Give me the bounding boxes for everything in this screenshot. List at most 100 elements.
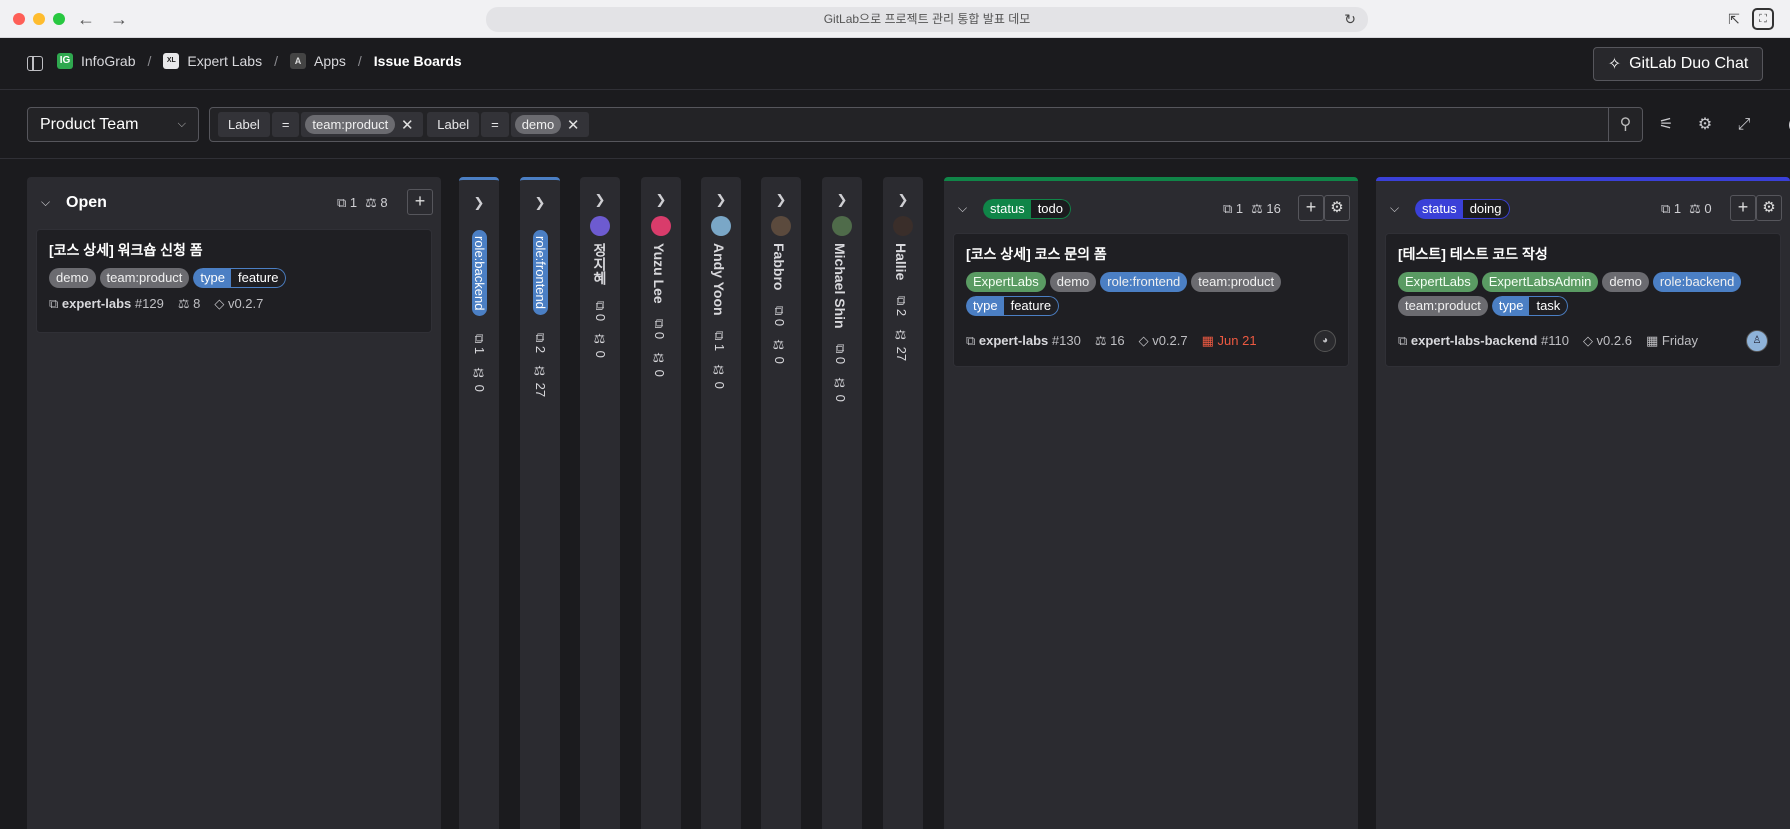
search-icon[interactable]: ⚲ bbox=[1608, 108, 1642, 141]
collapsed-list-role-backend[interactable]: ❯ role:backend ⧉ 1 ⚖ 0 bbox=[459, 177, 499, 829]
issue-count: ⧉ 1 bbox=[1661, 201, 1682, 216]
issue-reference: ⧉ expert-labs-backend #110 bbox=[1398, 333, 1569, 348]
gear-icon[interactable]: ⚙ bbox=[1324, 195, 1350, 221]
close-icon[interactable]: ✕ bbox=[395, 116, 419, 134]
label-expertlabs[interactable]: ExpertLabs bbox=[966, 272, 1046, 292]
label-expertlabs[interactable]: ExpertLabs bbox=[1398, 272, 1478, 292]
address-bar[interactable]: GitLab으로 프로젝트 관리 통합 발표 데모 ↻ bbox=[486, 7, 1368, 32]
issue-card[interactable]: [코스 상세] 워크숍 신청 폼 demo team:product type … bbox=[36, 229, 432, 333]
reload-icon[interactable]: ↻ bbox=[1344, 7, 1356, 32]
expert-labs-logo-icon: XL bbox=[163, 53, 180, 69]
label-type-feature[interactable]: type feature bbox=[966, 296, 1060, 316]
issue-title[interactable]: [테스트] 테스트 코드 작성 bbox=[1398, 244, 1768, 264]
breadcrumb-issue-boards[interactable]: Issue Boards bbox=[374, 53, 462, 69]
breadcrumb-apps[interactable]: Apps bbox=[314, 53, 346, 69]
forward-arrow-icon[interactable]: → bbox=[108, 8, 130, 30]
label-demo[interactable]: demo bbox=[1049, 272, 1097, 292]
filter-token[interactable]: Label = team:product ✕ bbox=[218, 112, 424, 137]
minimize-window-button[interactable] bbox=[33, 13, 45, 25]
add-issue-button[interactable]: + bbox=[1298, 195, 1324, 221]
assignee-name: Michael Shin bbox=[832, 243, 848, 329]
filter-token-operator: = bbox=[271, 112, 300, 137]
label-role-frontend: role:frontend bbox=[533, 230, 548, 315]
label-type-feature[interactable]: type feature bbox=[193, 268, 287, 288]
add-issue-button[interactable]: + bbox=[407, 189, 433, 215]
chevron-right-icon[interactable]: ❯ bbox=[641, 192, 681, 208]
list-scoped-label: status todo bbox=[983, 199, 1071, 219]
collapsed-list-info: Michael Shin ⧉ 0 ⚖ 0 bbox=[832, 243, 848, 402]
filter-token[interactable]: Label = demo ✕ bbox=[427, 112, 590, 137]
chevron-right-icon[interactable]: ❯ bbox=[822, 192, 862, 208]
board-switcher-dropdown[interactable]: Product Team ⌵ bbox=[27, 107, 199, 142]
close-window-button[interactable] bbox=[13, 13, 25, 25]
sidebar-toggle-icon[interactable] bbox=[27, 56, 43, 71]
close-icon[interactable]: ✕ bbox=[561, 116, 585, 134]
collapsed-list-info: role:backend ⧉ 1 ⚖ 0 bbox=[469, 230, 489, 392]
chevron-down-icon[interactable]: ⌵ bbox=[41, 195, 50, 210]
collapsed-list-assignee[interactable]: ❯ Yuzu Lee ⧉ 0 ⚖ 0 bbox=[641, 177, 681, 829]
issue-count: ⧉ 0 bbox=[652, 319, 667, 340]
issue-card[interactable]: [코스 상세] 코스 문의 폼 ExpertLabs demo role:fro… bbox=[953, 233, 1349, 367]
issue-weight: ⚖ 8 bbox=[177, 296, 201, 311]
label-role-backend[interactable]: role:backend bbox=[1652, 272, 1742, 292]
chevron-right-icon[interactable]: ❯ bbox=[459, 195, 499, 211]
top-bar: IG InfoGrab / XL Expert Labs / A Apps / … bbox=[0, 39, 1790, 89]
collapsed-list-role-frontend[interactable]: ❯ role:frontend ⧉ 2 ⚖ 27 bbox=[520, 177, 560, 829]
gear-icon[interactable]: ⚙ bbox=[1756, 195, 1782, 221]
back-arrow-icon[interactable]: ← bbox=[75, 8, 97, 30]
list-counts: ⧉ 1 ⚖ 0 bbox=[1661, 201, 1712, 217]
chevron-down-icon[interactable]: ⌵ bbox=[1390, 201, 1399, 216]
avatar[interactable]: ♙ bbox=[1746, 330, 1768, 352]
avatar[interactable]: ◕ bbox=[1314, 330, 1336, 352]
label-demo[interactable]: demo bbox=[49, 268, 96, 288]
issue-labels: ExpertLabs ExpertLabsAdmin demo role:bac… bbox=[1398, 272, 1768, 316]
label-team-product[interactable]: team:product bbox=[1191, 272, 1282, 292]
issue-title[interactable]: [코스 상세] 워크숍 신청 폼 bbox=[49, 240, 419, 260]
issue-milestone[interactable]: ◇ v0.2.7 bbox=[1139, 333, 1188, 349]
issue-milestone[interactable]: ◇ v0.2.7 bbox=[214, 296, 263, 312]
issue-count: ⧉ 0 bbox=[772, 306, 787, 327]
chevron-right-icon[interactable]: ❯ bbox=[701, 192, 741, 208]
label-role-frontend[interactable]: role:frontend bbox=[1100, 272, 1188, 292]
issue-milestone[interactable]: ◇ v0.2.6 bbox=[1583, 333, 1632, 349]
add-issue-button[interactable]: + bbox=[1730, 195, 1756, 221]
assignee-name: Yuzu Lee bbox=[651, 243, 667, 304]
issue-count: ⧉ 1 bbox=[472, 334, 487, 355]
view-options-icon[interactable]: ⚟ bbox=[1656, 115, 1676, 135]
filter-token-value: team:product ✕ bbox=[301, 112, 424, 137]
expand-icon[interactable]: ⛶ bbox=[1752, 8, 1774, 30]
avatar bbox=[711, 216, 731, 236]
zoom-window-button[interactable] bbox=[53, 13, 65, 25]
chevron-down-icon[interactable]: ⌵ bbox=[958, 201, 967, 216]
list-header: ⌵ Open ⧉ 1 ⚖ 8 + bbox=[27, 177, 441, 229]
board-list-status-todo: ⌵ status todo ⧉ 1 ⚖ 16 + ⚙ [코스 상세] 코스 문의… bbox=[944, 177, 1358, 829]
issue-card[interactable]: [테스트] 테스트 코드 작성 ExpertLabs ExpertLabsAdm… bbox=[1385, 233, 1781, 367]
collapsed-list-assignee[interactable]: ❯ 정지혜 ⧉ 0 ⚖ 0 bbox=[580, 177, 620, 829]
share-icon[interactable]: ⇱ bbox=[1723, 8, 1745, 30]
duo-chat-button[interactable]: ✧ GitLab Duo Chat bbox=[1593, 47, 1763, 81]
chevron-right-icon[interactable]: ❯ bbox=[883, 192, 923, 208]
gear-icon[interactable]: ⚙ bbox=[1695, 115, 1715, 135]
chevron-right-icon[interactable]: ❯ bbox=[580, 192, 620, 208]
chevron-right-icon[interactable]: ❯ bbox=[761, 192, 801, 208]
collapsed-list-assignee[interactable]: ❯ Michael Shin ⧉ 0 ⚖ 0 bbox=[822, 177, 862, 829]
collapsed-list-assignee[interactable]: ❯ Fabbro ⧉ 0 ⚖ 0 bbox=[761, 177, 801, 829]
label-team-product[interactable]: team:product bbox=[99, 268, 190, 288]
list-scoped-label: status doing bbox=[1415, 199, 1510, 219]
breadcrumb-separator: / bbox=[274, 53, 278, 69]
fullscreen-icon[interactable]: ⤢ bbox=[1734, 115, 1754, 135]
breadcrumb-infograb[interactable]: InfoGrab bbox=[81, 53, 135, 69]
breadcrumb-expert-labs[interactable]: Expert Labs bbox=[187, 53, 262, 69]
issue-title[interactable]: [코스 상세] 코스 문의 폼 bbox=[966, 244, 1336, 264]
infograb-logo-icon: IG bbox=[57, 53, 73, 69]
chevron-right-icon[interactable]: ❯ bbox=[520, 195, 560, 211]
label-team-product[interactable]: team:product bbox=[1398, 296, 1488, 316]
collapsed-list-assignee[interactable]: ❯ Hallie ⧉ 2 ⚖ 27 bbox=[883, 177, 923, 829]
apps-logo-icon: A bbox=[289, 53, 306, 69]
collapsed-list-info: Yuzu Lee ⧉ 0 ⚖ 0 bbox=[651, 243, 667, 377]
label-demo[interactable]: demo bbox=[1602, 272, 1649, 292]
collapsed-list-assignee[interactable]: ❯ Andy Yoon ⧉ 1 ⚖ 0 bbox=[701, 177, 741, 829]
label-type-task[interactable]: type task bbox=[1491, 296, 1569, 316]
filtered-search-input[interactable]: Label = team:product ✕ Label = demo ✕ ✕ … bbox=[209, 107, 1790, 142]
label-expertlabsadmin[interactable]: ExpertLabsAdmin bbox=[1481, 272, 1599, 292]
